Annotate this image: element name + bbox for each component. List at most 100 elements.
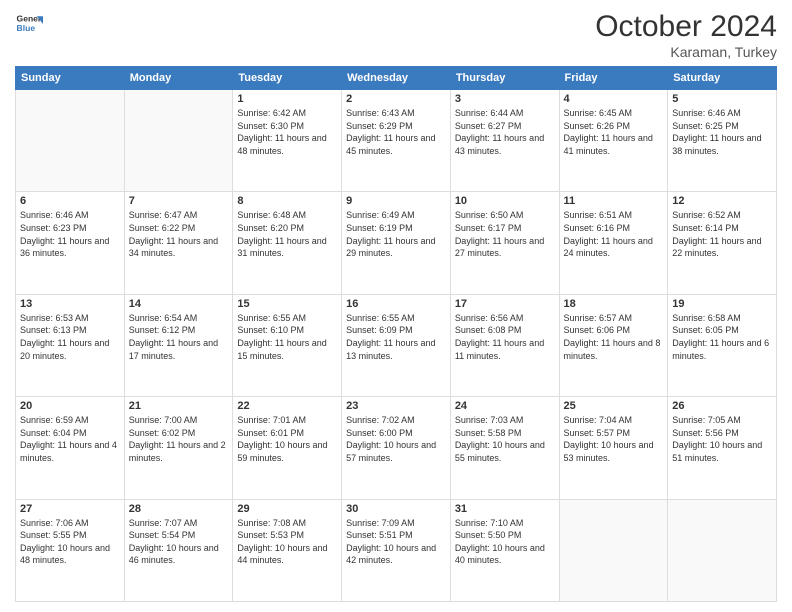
location-subtitle: Karaman, Turkey — [595, 44, 777, 60]
day-detail: Sunrise: 6:53 AM Sunset: 6:13 PM Dayligh… — [20, 312, 120, 362]
calendar-cell: 12 Sunrise: 6:52 AM Sunset: 6:14 PM Dayli… — [668, 192, 777, 294]
day-detail: Sunrise: 6:45 AM Sunset: 6:26 PM Dayligh… — [564, 107, 664, 157]
day-detail: Sunrise: 6:46 AM Sunset: 6:23 PM Dayligh… — [20, 209, 120, 259]
day-number: 12 — [672, 195, 772, 207]
calendar-cell: 11Sunrise: 6:51 AM Sunset: 6:16 PM Dayli… — [559, 192, 668, 294]
calendar-table: SundayMondayTuesdayWednesdayThursdayFrid… — [15, 66, 777, 602]
dow-header-wednesday: Wednesday — [342, 67, 451, 90]
calendar-cell: 1 Sunrise: 6:42 AM Sunset: 6:30 PM Daylig… — [233, 90, 342, 192]
day-detail: Sunrise: 6:46 AM Sunset: 6:25 PM Dayligh… — [672, 107, 772, 157]
calendar-cell: 5 Sunrise: 6:46 AM Sunset: 6:25 PM Daylig… — [668, 90, 777, 192]
day-of-week-row: SundayMondayTuesdayWednesdayThursdayFrid… — [16, 67, 777, 90]
day-number: 16 — [346, 298, 446, 310]
day-detail: Sunrise: 6:47 AM Sunset: 6:22 PM Dayligh… — [129, 209, 229, 259]
calendar-cell: 19Sunrise: 6:58 AM Sunset: 6:05 PM Dayli… — [668, 294, 777, 396]
day-number: 15 — [237, 298, 337, 310]
calendar-week-4: 20 Sunrise: 6:59 AM Sunset: 6:04 PM Dayli… — [16, 397, 777, 499]
day-detail: Sunrise: 7:04 AM Sunset: 5:57 PM Dayligh… — [564, 414, 664, 464]
day-detail: Sunrise: 6:48 AM Sunset: 6:20 PM Dayligh… — [237, 209, 337, 259]
calendar-cell: 16 Sunrise: 6:55 AM Sunset: 6:09 PM Dayli… — [342, 294, 451, 396]
day-number: 20 — [20, 400, 120, 412]
day-detail: Sunrise: 6:55 AM Sunset: 6:09 PM Dayligh… — [346, 312, 446, 362]
logo: General Blue General Blue — [15, 10, 43, 38]
day-detail: Sunrise: 7:06 AM Sunset: 5:55 PM Dayligh… — [20, 517, 120, 567]
day-number: 27 — [20, 503, 120, 515]
day-number: 24 — [455, 400, 555, 412]
day-number: 8 — [237, 195, 337, 207]
day-detail: Sunrise: 6:54 AM Sunset: 6:12 PM Dayligh… — [129, 312, 229, 362]
calendar-body: 1 Sunrise: 6:42 AM Sunset: 6:30 PM Daylig… — [16, 90, 777, 602]
header: General Blue General Blue October 2024 K… — [15, 10, 777, 60]
calendar-cell — [559, 499, 668, 601]
day-detail: Sunrise: 7:05 AM Sunset: 5:56 PM Dayligh… — [672, 414, 772, 464]
day-number: 26 — [672, 400, 772, 412]
day-detail: Sunrise: 6:49 AM Sunset: 6:19 PM Dayligh… — [346, 209, 446, 259]
calendar-cell: 4 Sunrise: 6:45 AM Sunset: 6:26 PM Daylig… — [559, 90, 668, 192]
day-number: 19 — [672, 298, 772, 310]
calendar-cell: 24Sunrise: 7:03 AM Sunset: 5:58 PM Dayli… — [450, 397, 559, 499]
calendar-cell: 2Sunrise: 6:43 AM Sunset: 6:29 PM Daylig… — [342, 90, 451, 192]
day-detail: Sunrise: 6:52 AM Sunset: 6:14 PM Dayligh… — [672, 209, 772, 259]
day-detail: Sunrise: 6:59 AM Sunset: 6:04 PM Dayligh… — [20, 414, 120, 464]
dow-header-tuesday: Tuesday — [233, 67, 342, 90]
day-number: 4 — [564, 93, 664, 105]
calendar-cell: 15 Sunrise: 6:55 AM Sunset: 6:10 PM Dayli… — [233, 294, 342, 396]
day-number: 7 — [129, 195, 229, 207]
day-number: 5 — [672, 93, 772, 105]
day-number: 1 — [237, 93, 337, 105]
day-detail: Sunrise: 7:10 AM Sunset: 5:50 PM Dayligh… — [455, 517, 555, 567]
dow-header-monday: Monday — [124, 67, 233, 90]
calendar-cell: 20 Sunrise: 6:59 AM Sunset: 6:04 PM Dayli… — [16, 397, 125, 499]
day-number: 21 — [129, 400, 229, 412]
calendar-cell: 29Sunrise: 7:08 AM Sunset: 5:53 PM Dayli… — [233, 499, 342, 601]
calendar-week-2: 6Sunrise: 6:46 AM Sunset: 6:23 PM Daylig… — [16, 192, 777, 294]
day-number: 17 — [455, 298, 555, 310]
calendar-cell: 17 Sunrise: 6:56 AM Sunset: 6:08 PM Dayli… — [450, 294, 559, 396]
dow-header-sunday: Sunday — [16, 67, 125, 90]
svg-text:Blue: Blue — [17, 23, 36, 33]
day-number: 14 — [129, 298, 229, 310]
calendar-cell — [124, 90, 233, 192]
calendar-cell: 31 Sunrise: 7:10 AM Sunset: 5:50 PM Dayli… — [450, 499, 559, 601]
calendar-cell: 8 Sunrise: 6:48 AM Sunset: 6:20 PM Daylig… — [233, 192, 342, 294]
day-detail: Sunrise: 6:43 AM Sunset: 6:29 PM Dayligh… — [346, 107, 446, 157]
day-number: 23 — [346, 400, 446, 412]
day-number: 18 — [564, 298, 664, 310]
calendar-cell: 27 Sunrise: 7:06 AM Sunset: 5:55 PM Dayli… — [16, 499, 125, 601]
day-number: 10 — [455, 195, 555, 207]
day-detail: Sunrise: 6:42 AM Sunset: 6:30 PM Dayligh… — [237, 107, 337, 157]
calendar-cell: 9 Sunrise: 6:49 AM Sunset: 6:19 PM Daylig… — [342, 192, 451, 294]
calendar-cell: 22 Sunrise: 7:01 AM Sunset: 6:01 PM Dayli… — [233, 397, 342, 499]
calendar-cell: 18Sunrise: 6:57 AM Sunset: 6:06 PM Dayli… — [559, 294, 668, 396]
calendar-cell — [16, 90, 125, 192]
dow-header-thursday: Thursday — [450, 67, 559, 90]
day-detail: Sunrise: 7:01 AM Sunset: 6:01 PM Dayligh… — [237, 414, 337, 464]
day-number: 9 — [346, 195, 446, 207]
day-detail: Sunrise: 6:55 AM Sunset: 6:10 PM Dayligh… — [237, 312, 337, 362]
day-number: 25 — [564, 400, 664, 412]
day-number: 22 — [237, 400, 337, 412]
calendar-cell: 7 Sunrise: 6:47 AM Sunset: 6:22 PM Daylig… — [124, 192, 233, 294]
page: General Blue General Blue October 2024 K… — [0, 0, 792, 612]
calendar-cell — [668, 499, 777, 601]
day-number: 31 — [455, 503, 555, 515]
calendar-cell: 6Sunrise: 6:46 AM Sunset: 6:23 PM Daylig… — [16, 192, 125, 294]
calendar-week-3: 13Sunrise: 6:53 AM Sunset: 6:13 PM Dayli… — [16, 294, 777, 396]
day-detail: Sunrise: 7:07 AM Sunset: 5:54 PM Dayligh… — [129, 517, 229, 567]
day-detail: Sunrise: 7:02 AM Sunset: 6:00 PM Dayligh… — [346, 414, 446, 464]
calendar-cell: 10 Sunrise: 6:50 AM Sunset: 6:17 PM Dayli… — [450, 192, 559, 294]
calendar-week-1: 1 Sunrise: 6:42 AM Sunset: 6:30 PM Daylig… — [16, 90, 777, 192]
day-number: 28 — [129, 503, 229, 515]
day-detail: Sunrise: 7:00 AM Sunset: 6:02 PM Dayligh… — [129, 414, 229, 464]
calendar-cell: 13Sunrise: 6:53 AM Sunset: 6:13 PM Dayli… — [16, 294, 125, 396]
dow-header-saturday: Saturday — [668, 67, 777, 90]
day-detail: Sunrise: 7:08 AM Sunset: 5:53 PM Dayligh… — [237, 517, 337, 567]
day-number: 30 — [346, 503, 446, 515]
calendar-cell: 25 Sunrise: 7:04 AM Sunset: 5:57 PM Dayli… — [559, 397, 668, 499]
title-block: October 2024 Karaman, Turkey — [595, 10, 777, 60]
day-detail: Sunrise: 6:50 AM Sunset: 6:17 PM Dayligh… — [455, 209, 555, 259]
day-detail: Sunrise: 6:56 AM Sunset: 6:08 PM Dayligh… — [455, 312, 555, 362]
day-detail: Sunrise: 6:44 AM Sunset: 6:27 PM Dayligh… — [455, 107, 555, 157]
calendar-cell: 3 Sunrise: 6:44 AM Sunset: 6:27 PM Daylig… — [450, 90, 559, 192]
day-number: 3 — [455, 93, 555, 105]
